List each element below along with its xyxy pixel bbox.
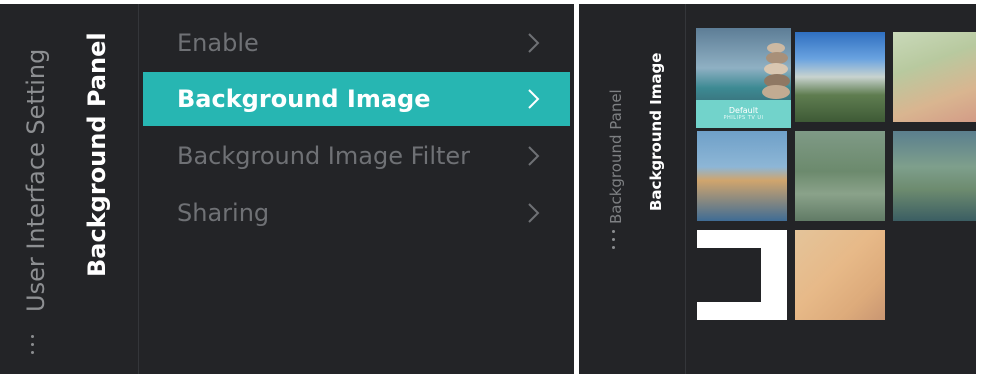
beach-stones-image	[762, 43, 790, 99]
more-dots-icon	[612, 230, 618, 254]
breadcrumb-parent[interactable]: User Interface Setting	[22, 49, 50, 312]
column-divider	[685, 4, 686, 374]
chevron-right-icon	[528, 146, 540, 166]
menu-item-enable[interactable]: Enable	[143, 16, 570, 70]
thumbnail-green-grey-blur[interactable]	[795, 131, 885, 221]
title-column: Background Panel	[72, 4, 138, 374]
chevron-right-icon	[528, 33, 540, 53]
thumbnail-teal-green-amber[interactable]	[893, 131, 976, 221]
default-badge-label: Default	[728, 106, 759, 115]
thumbnail-blue-sky-green-field[interactable]	[795, 32, 885, 122]
breadcrumb-column: Background Panel	[579, 4, 637, 374]
default-badge: Default PHILIPS TV UI	[696, 100, 791, 128]
thumbnail-white-frame[interactable]	[697, 230, 787, 320]
breadcrumb-parent[interactable]: Background Panel	[607, 89, 625, 224]
menu-item-label: Background Image	[177, 85, 431, 113]
panel-title: Background Panel	[83, 32, 111, 277]
chevron-right-icon	[528, 203, 540, 223]
thumbnail-peach-gradient[interactable]	[795, 230, 885, 320]
menu-item-label: Background Image Filter	[177, 142, 471, 170]
breadcrumb-column: User Interface Setting	[0, 4, 72, 374]
thumbnail-soft-green-peach[interactable]	[893, 32, 976, 122]
menu-item-background-image[interactable]: Background Image	[143, 72, 570, 126]
background-image-panel: Background Panel Background Image Defaul…	[579, 4, 976, 374]
menu-item-sharing[interactable]: Sharing	[143, 186, 570, 240]
title-column: Background Image	[637, 4, 685, 374]
menu-item-label: Enable	[177, 29, 259, 57]
column-divider	[138, 4, 139, 374]
thumbnail-blue-amber-horizon[interactable]	[697, 131, 787, 221]
thumbnail-default[interactable]: Default PHILIPS TV UI	[696, 28, 791, 128]
menu-item-background-image-filter[interactable]: Background Image Filter	[143, 129, 570, 183]
chevron-right-icon	[528, 89, 540, 109]
menu-item-label: Sharing	[177, 199, 270, 227]
more-dots-icon	[31, 335, 37, 359]
panel-title: Background Image	[647, 52, 665, 211]
settings-menu-panel: User Interface Setting Background Panel …	[0, 4, 574, 374]
frame-inner	[697, 248, 761, 302]
default-badge-sublabel: PHILIPS TV UI	[723, 115, 764, 121]
